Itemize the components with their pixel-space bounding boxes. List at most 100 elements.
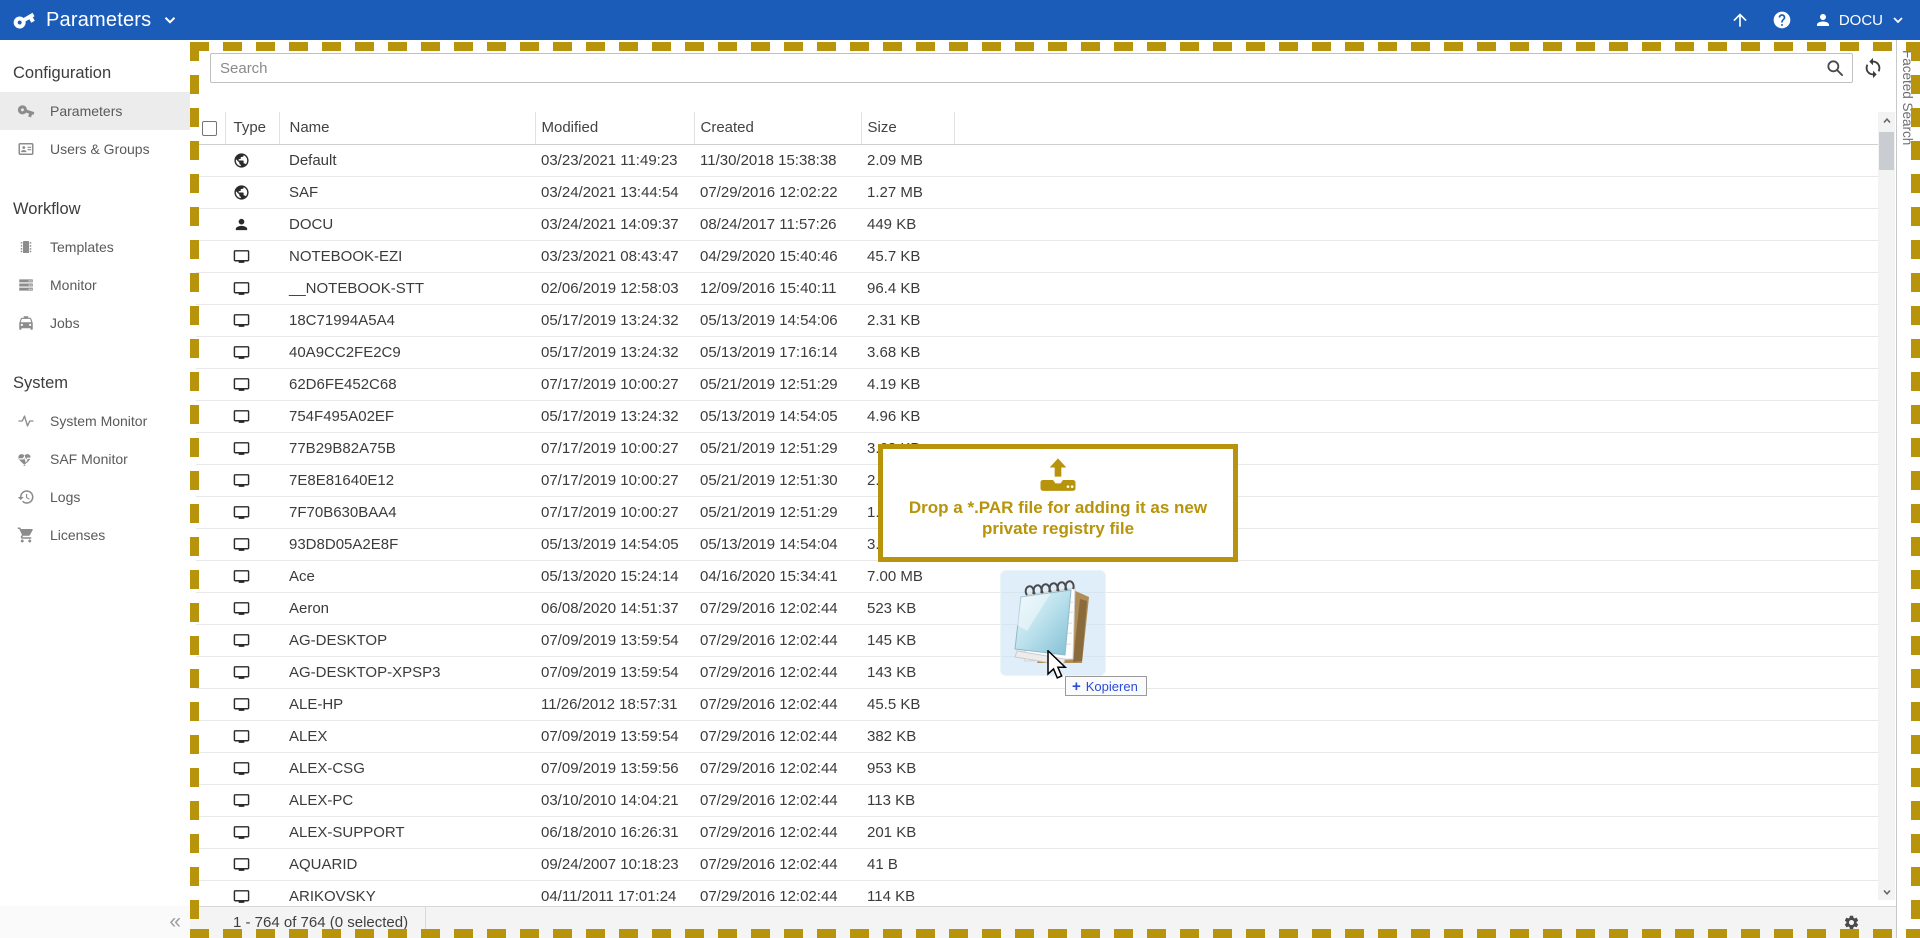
row-created-cell: 12/09/2016 15:40:11 [694,272,861,304]
row-type-cell [225,144,279,176]
row-name-cell: ALEX-PC [279,784,535,816]
table-row[interactable]: Default03/23/2021 11:49:2311/30/2018 15:… [196,144,1878,176]
column-header-modified[interactable]: Modified [535,112,694,144]
scrollbar-thumb[interactable] [1879,132,1894,170]
vertical-scrollbar[interactable] [1878,112,1895,900]
column-header-name[interactable]: Name [279,112,535,144]
table-row[interactable]: 754F495A02EF05/17/2019 13:24:3205/13/201… [196,400,1878,432]
upload-icon [1038,458,1078,492]
table-row[interactable]: NOTEBOOK-EZI03/23/2021 08:43:4704/29/202… [196,240,1878,272]
user-menu[interactable]: DOCU [1814,11,1906,29]
key-logo-icon [12,8,36,32]
row-name-cell: __NOTEBOOK-STT [279,272,535,304]
faceted-search-panel[interactable]: Faceted Search [1896,40,1920,938]
arrow-up-icon[interactable] [1730,10,1750,30]
row-select-cell [196,624,225,656]
table-header-row: Type Name Modified Created Size [196,112,1878,144]
row-name-cell: DOCU [279,208,535,240]
row-select-cell [196,880,225,906]
row-select-cell [196,560,225,592]
main-content: Type Name Modified Created Size Default0… [190,40,1920,938]
row-size-cell: 449 KB [861,208,954,240]
row-name-cell: 7E8E81640E12 [279,464,535,496]
globe-icon [233,152,250,169]
row-name-cell: ALEX-SUPPORT [279,816,535,848]
table-row[interactable]: ALEX-PC03/10/2010 14:04:2107/29/2016 12:… [196,784,1878,816]
row-name-cell: Default [279,144,535,176]
sidebar-collapse-button[interactable]: « [0,906,190,938]
sidebar-item-users-groups[interactable]: Users & Groups [0,130,190,168]
help-icon[interactable] [1772,10,1792,30]
row-select-cell [196,176,225,208]
scroll-down-icon[interactable] [1878,883,1895,900]
computer-icon [233,408,250,425]
column-header-type[interactable]: Type [225,112,279,144]
row-size-cell: 953 KB [861,752,954,784]
sidebar-item-logs[interactable]: Logs [0,478,190,516]
table-row[interactable]: DOCU03/24/2021 14:09:3708/24/2017 11:57:… [196,208,1878,240]
computer-icon [233,504,250,521]
row-modified-cell: 07/17/2019 10:00:27 [535,464,694,496]
table-row[interactable]: 40A9CC2FE2C905/17/2019 13:24:3205/13/201… [196,336,1878,368]
row-created-cell: 11/30/2018 15:38:38 [694,144,861,176]
search-input[interactable] [210,53,1853,83]
drop-overlay: Drop a *.PAR file for adding it as new p… [878,444,1238,562]
table-row[interactable]: 18C71994A5A405/17/2019 13:24:3205/13/201… [196,304,1878,336]
row-type-cell [225,368,279,400]
row-type-cell [225,464,279,496]
row-size-cell: 4.96 KB [861,400,954,432]
table-row[interactable]: __NOTEBOOK-STT02/06/2019 12:58:0312/09/2… [196,272,1878,304]
row-created-cell: 05/21/2019 12:51:30 [694,464,861,496]
computer-icon [233,888,250,905]
row-created-cell: 07/29/2016 12:02:22 [694,176,861,208]
select-all-checkbox[interactable] [202,121,217,136]
row-size-cell: 3.68 KB [861,336,954,368]
row-modified-cell: 05/13/2020 15:24:14 [535,560,694,592]
row-name-cell: 40A9CC2FE2C9 [279,336,535,368]
table-row[interactable]: 62D6FE452C6807/17/2019 10:00:2705/21/201… [196,368,1878,400]
sidebar-item-jobs[interactable]: Jobs [0,304,190,342]
row-modified-cell: 05/17/2019 13:24:32 [535,336,694,368]
drop-message-line1: Drop a *.PAR file for adding it as new [883,497,1233,518]
server-stack-icon [17,276,35,294]
refresh-icon[interactable] [1862,57,1884,79]
row-created-cell: 07/29/2016 12:02:44 [694,784,861,816]
status-bar: 1 - 764 of 764 (0 selected) [190,906,1896,938]
row-size-cell: 113 KB [861,784,954,816]
row-modified-cell: 07/09/2019 13:59:54 [535,624,694,656]
computer-icon [233,280,250,297]
table-row[interactable]: ALEX-SUPPORT06/18/2010 16:26:3107/29/201… [196,816,1878,848]
table-row[interactable]: ALEX07/09/2019 13:59:5407/29/2016 12:02:… [196,720,1878,752]
table-row[interactable]: ARIKOVSKY04/11/2011 17:01:2407/29/2016 1… [196,880,1878,906]
row-type-cell [225,400,279,432]
computer-icon [233,312,250,329]
row-modified-cell: 11/26/2012 18:57:31 [535,688,694,720]
row-modified-cell: 07/17/2019 10:00:27 [535,496,694,528]
sidebar-item-monitor[interactable]: Monitor [0,266,190,304]
table-row[interactable]: SAF03/24/2021 13:44:5407/29/2016 12:02:2… [196,176,1878,208]
sidebar: ConfigurationParametersUsers & GroupsWor… [0,40,190,938]
row-size-cell: 114 KB [861,880,954,906]
column-header-created[interactable]: Created [694,112,861,144]
sidebar-item-saf-monitor[interactable]: SAF Monitor [0,440,190,478]
table-row[interactable]: AQUARID09/24/2007 10:18:2307/29/2016 12:… [196,848,1878,880]
gear-icon[interactable] [1843,914,1860,931]
sidebar-item-parameters[interactable]: Parameters [0,92,190,130]
sidebar-item-templates[interactable]: Templates [0,228,190,266]
row-select-cell [196,336,225,368]
sidebar-item-label: Parameters [50,103,122,119]
row-select-cell [196,432,225,464]
computer-icon [233,792,250,809]
sidebar-sections: ConfigurationParametersUsers & GroupsWor… [0,40,190,554]
scroll-up-icon[interactable] [1878,112,1895,129]
title-menu-chevron-icon[interactable] [161,11,179,29]
table-row[interactable]: ALE-HP11/26/2012 18:57:3107/29/2016 12:0… [196,688,1878,720]
app-header: Parameters DOCU [0,0,1920,40]
search-icon[interactable] [1825,58,1845,78]
copy-tooltip-label: Kopieren [1086,679,1138,694]
sidebar-item-licenses[interactable]: Licenses [0,516,190,554]
column-header-size[interactable]: Size [861,112,954,144]
table-row[interactable]: ALEX-CSG07/09/2019 13:59:5607/29/2016 12… [196,752,1878,784]
sidebar-item-system-monitor[interactable]: System Monitor [0,402,190,440]
row-name-cell: ALEX [279,720,535,752]
